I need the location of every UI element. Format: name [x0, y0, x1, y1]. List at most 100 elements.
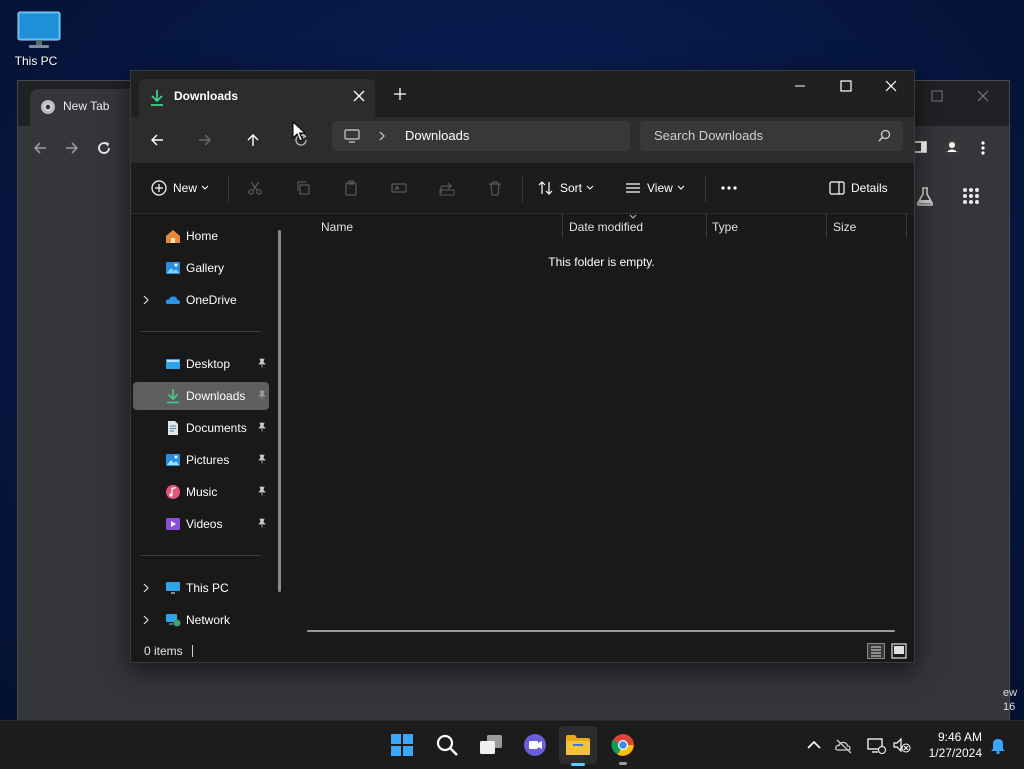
- task-view-button[interactable]: [472, 726, 510, 764]
- column-header-type[interactable]: Type: [712, 220, 738, 234]
- close-icon: [885, 80, 897, 92]
- new-tab-icon[interactable]: [393, 87, 407, 101]
- notification-bell-icon[interactable]: [988, 735, 1008, 755]
- column-divider[interactable]: [562, 214, 563, 238]
- music-icon: [166, 485, 180, 499]
- system-clock[interactable]: 9:46 AM 1/27/2024: [929, 729, 982, 761]
- delete-button[interactable]: [487, 175, 503, 201]
- pin-icon[interactable]: [257, 486, 267, 496]
- videos-icon: [166, 518, 180, 530]
- forward-button[interactable]: [193, 128, 217, 152]
- nav-scrollbar[interactable]: [278, 230, 281, 592]
- nav-item-documents[interactable]: Documents: [133, 414, 269, 442]
- maximize-icon[interactable]: [930, 89, 944, 103]
- large-icons-view-icon[interactable]: [891, 643, 907, 659]
- desktop-icon-this-pc[interactable]: This PC: [14, 10, 64, 68]
- cut-button[interactable]: [247, 175, 263, 201]
- forward-icon[interactable]: [64, 140, 80, 156]
- search-input[interactable]: Search Downloads: [640, 121, 903, 151]
- file-explorer-taskbar-button[interactable]: [559, 726, 597, 764]
- mouse-cursor-icon: [292, 121, 307, 142]
- column-header-date-modified[interactable]: Date modified: [569, 220, 643, 234]
- nav-item-network[interactable]: Network: [133, 606, 269, 634]
- pin-icon[interactable]: [257, 390, 267, 400]
- onedrive-offline-icon[interactable]: [834, 735, 854, 755]
- explorer-tab-downloads[interactable]: Downloads: [139, 79, 375, 117]
- explorer-command-bar: New Sort View Details: [131, 163, 914, 214]
- nav-item-videos[interactable]: Videos: [133, 510, 269, 538]
- search-icon: [878, 129, 891, 142]
- labs-flask-icon[interactable]: [914, 185, 936, 207]
- nav-item-desktop[interactable]: Desktop: [133, 350, 269, 378]
- nav-item-music[interactable]: Music: [133, 478, 269, 506]
- chrome-icon: [611, 734, 634, 756]
- more-dots-icon: [721, 186, 737, 190]
- chevron-right-icon[interactable]: [143, 295, 149, 305]
- address-bar[interactable]: Downloads: [332, 121, 630, 151]
- nav-item-gallery[interactable]: Gallery: [133, 254, 269, 282]
- minimize-button[interactable]: [777, 71, 823, 101]
- nav-item-this-pc[interactable]: This PC: [133, 574, 269, 602]
- column-divider[interactable]: [906, 214, 907, 238]
- nav-item-home[interactable]: Home: [133, 222, 269, 250]
- arrow-left-icon: [151, 134, 163, 146]
- sidepanel-icon[interactable]: [913, 140, 927, 154]
- column-divider[interactable]: [826, 214, 827, 238]
- profile-icon[interactable]: [944, 139, 960, 155]
- nav-label: Documents: [186, 421, 247, 435]
- desktop-folder-icon: [166, 359, 180, 369]
- chevron-up-icon[interactable]: [804, 735, 824, 755]
- copy-button[interactable]: [295, 175, 311, 201]
- explorer-navbar: Downloads Search Downloads: [131, 117, 914, 163]
- nav-item-downloads[interactable]: Downloads: [133, 382, 269, 410]
- new-button[interactable]: New: [151, 175, 209, 201]
- sort-button[interactable]: Sort: [538, 175, 594, 201]
- pin-icon[interactable]: [257, 518, 267, 528]
- apps-grid-icon[interactable]: [962, 187, 980, 205]
- explorer-titlebar: Downloads: [131, 71, 914, 117]
- column-divider[interactable]: [706, 214, 707, 238]
- chrome-taskbar-button[interactable]: [604, 726, 642, 764]
- nav-label: Pictures: [186, 453, 230, 467]
- search-placeholder: Search Downloads: [654, 128, 764, 143]
- rename-icon: [391, 183, 407, 193]
- details-button[interactable]: Details: [829, 175, 888, 201]
- up-button[interactable]: [241, 128, 265, 152]
- nav-item-pictures[interactable]: Pictures: [133, 446, 269, 474]
- documents-icon: [168, 421, 178, 435]
- back-button[interactable]: [145, 128, 169, 152]
- trash-icon: [489, 181, 501, 196]
- details-view-icon[interactable]: [867, 643, 885, 659]
- menu-dots-icon[interactable]: [980, 140, 986, 156]
- item-count: 0 items: [144, 644, 183, 658]
- nav-item-onedrive[interactable]: OneDrive: [133, 286, 269, 314]
- maximize-button[interactable]: [823, 71, 869, 101]
- task-view-icon: [480, 735, 502, 754]
- close-tab-icon[interactable]: [353, 90, 365, 102]
- pin-icon[interactable]: [257, 358, 267, 368]
- back-icon[interactable]: [32, 140, 48, 156]
- close-button[interactable]: [868, 71, 914, 101]
- search-taskbar-button[interactable]: [428, 726, 466, 764]
- reload-icon[interactable]: [96, 140, 112, 156]
- horizontal-scrollbar[interactable]: [307, 630, 895, 632]
- pin-icon[interactable]: [257, 422, 267, 432]
- column-header-size[interactable]: Size: [833, 220, 856, 234]
- chevron-right-icon[interactable]: [143, 615, 149, 625]
- teams-chat-button[interactable]: [516, 726, 554, 764]
- paste-button[interactable]: [343, 175, 359, 201]
- view-button[interactable]: View: [625, 175, 685, 201]
- chrome-tab-title: New Tab: [63, 99, 110, 113]
- pin-icon[interactable]: [257, 454, 267, 464]
- chevron-right-icon[interactable]: [143, 583, 149, 593]
- network-status-icon[interactable]: [866, 735, 886, 755]
- column-header-name[interactable]: Name: [321, 220, 353, 234]
- rename-button[interactable]: [391, 175, 407, 201]
- volume-muted-icon[interactable]: [892, 735, 912, 755]
- share-button[interactable]: [439, 175, 455, 201]
- close-icon[interactable]: [976, 89, 990, 103]
- start-button[interactable]: [383, 726, 421, 764]
- see-more-button[interactable]: [721, 175, 737, 201]
- chrome-icon: [41, 100, 55, 114]
- onedrive-cloud-icon: [165, 296, 181, 304]
